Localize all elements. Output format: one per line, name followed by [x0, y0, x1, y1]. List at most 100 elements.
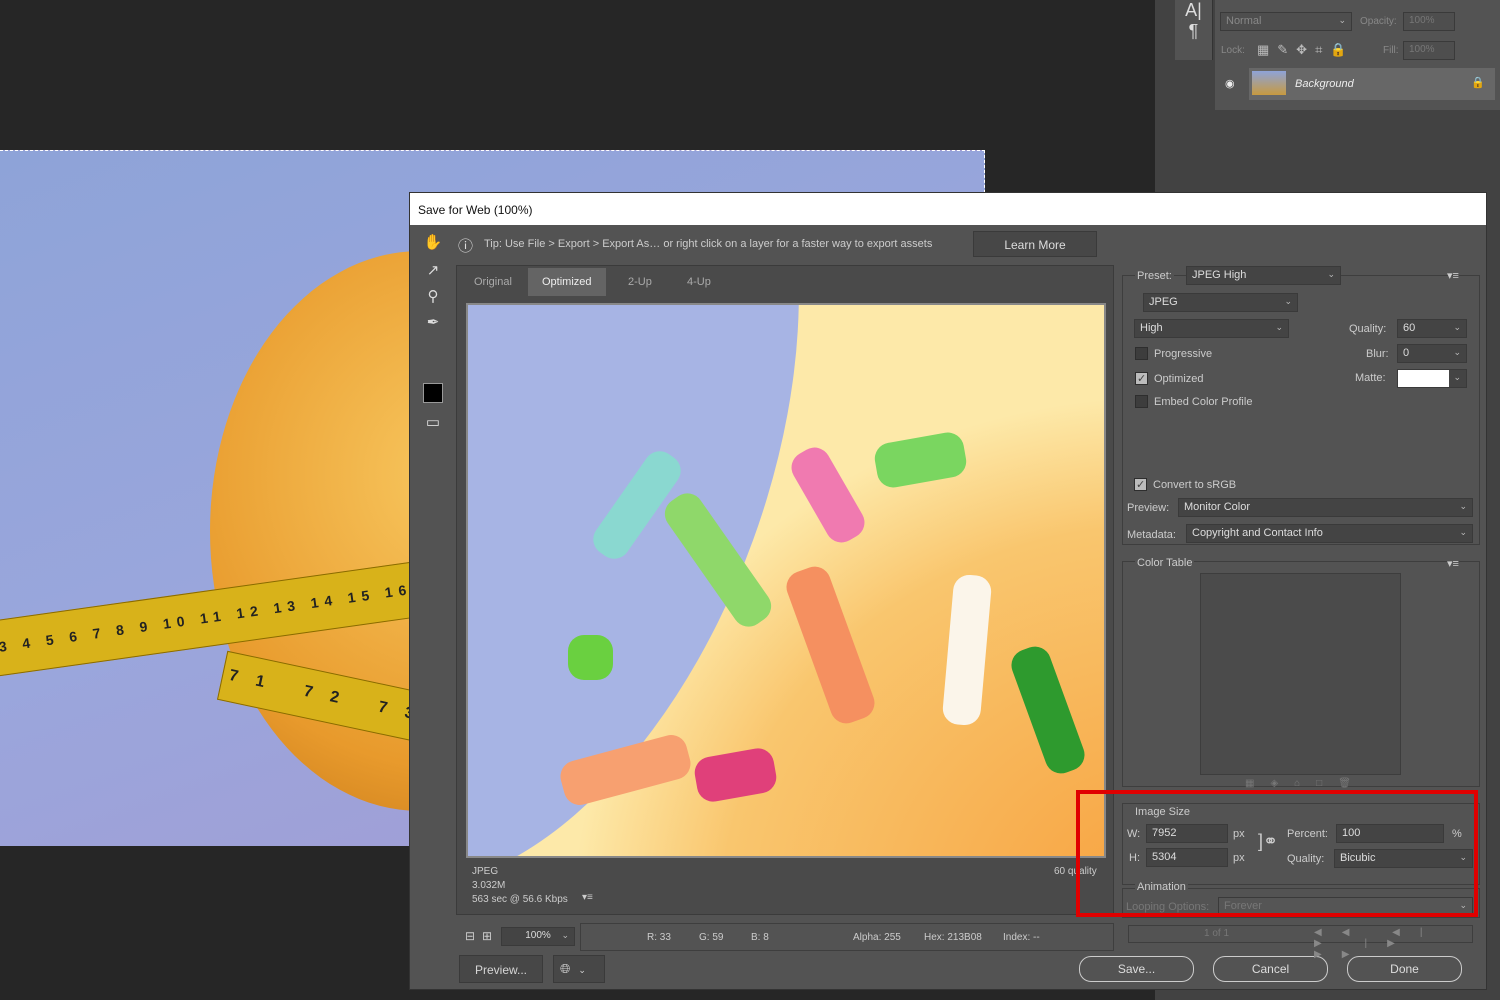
readout-b: B: 8 — [751, 932, 769, 943]
quality-input[interactable]: 60 ⌄ — [1397, 319, 1467, 338]
save-button[interactable]: Save... — [1079, 956, 1194, 982]
preview-color-value: Monitor Color — [1184, 501, 1251, 513]
fill-label: Fill: — [1383, 45, 1399, 56]
dialog-toolbar: ✋ ↗ ⚲ ✒ ▭ — [410, 225, 456, 990]
matte-swatch — [1398, 370, 1449, 387]
sprinkle — [781, 562, 880, 728]
progressive-checkbox[interactable] — [1135, 347, 1148, 360]
color-readout: R: 33 G: 59 B: 8 Alpha: 255 Hex: 213B08 … — [580, 923, 1114, 951]
preset-label: Preset: — [1135, 270, 1174, 282]
opacity-label: Opacity: — [1360, 16, 1397, 27]
playback-buttons[interactable]: ◀◀ ◀| ▶ |▶ ▶▶ — [1314, 927, 1472, 960]
metadata-value: Copyright and Contact Info — [1192, 527, 1323, 539]
readout-g: G: 59 — [699, 932, 724, 943]
sprinkle — [1006, 642, 1090, 778]
quality-value: 60 — [1403, 322, 1416, 334]
zoom-level-value: 100% — [525, 930, 551, 941]
fill-input[interactable]: 100% — [1403, 41, 1455, 60]
preview-background — [468, 305, 907, 856]
color-table-menu-icon[interactable]: ▾≡ — [1447, 557, 1459, 570]
color-table-actions[interactable]: ▦◈⌂□🗑 — [1245, 778, 1367, 789]
optimized-checkbox[interactable] — [1135, 372, 1148, 385]
learn-more-button[interactable]: Learn More — [973, 231, 1097, 257]
sprinkle — [785, 441, 871, 549]
preset-select[interactable]: JPEG High ⌄ — [1186, 266, 1341, 285]
optimized-label: Optimized — [1154, 373, 1204, 385]
preview-size: 3.032M — [472, 880, 506, 891]
zoom-level-select[interactable]: 100% ⌄ — [501, 927, 575, 946]
convert-srgb-checkbox[interactable] — [1134, 478, 1147, 491]
preview-button[interactable]: Preview... — [459, 955, 543, 983]
layer-row-background[interactable]: Background 🔒 — [1249, 68, 1495, 100]
blur-input[interactable]: 0 ⌄ — [1397, 344, 1467, 363]
sprinkle — [872, 430, 969, 490]
character-icon[interactable]: A| — [1175, 0, 1212, 21]
visibility-eye-icon[interactable]: ◉ — [1225, 77, 1235, 90]
embed-color-profile-checkbox[interactable] — [1135, 395, 1148, 408]
optimized-preview-image[interactable] — [466, 303, 1106, 858]
preview-label: Preview: — [1127, 502, 1170, 514]
matte-label: Matte: — [1355, 372, 1386, 384]
animation-controls: 1 of 1 ◀◀ ◀| ▶ |▶ ▶▶ — [1128, 925, 1473, 960]
color-table-grid[interactable] — [1200, 573, 1401, 775]
zoom-out-button[interactable]: ⊟ — [465, 929, 475, 943]
browser-icon: 🌐︎ — [560, 961, 571, 976]
format-value: JPEG — [1149, 296, 1178, 308]
metadata-label: Metadata: — [1127, 529, 1176, 541]
compression-select[interactable]: High ⌄ — [1134, 319, 1289, 338]
layers-panel: Normal ⌄ Opacity: 100% Lock: ▦✎✥⌗🔒 Fill: … — [1215, 0, 1500, 110]
opacity-input[interactable]: 100% — [1403, 12, 1455, 31]
readout-index: Index: -- — [1003, 932, 1040, 943]
preset-value: JPEG High — [1192, 269, 1247, 281]
slice-select-tool-icon[interactable]: ↗ — [420, 261, 446, 283]
sprinkle — [568, 635, 613, 680]
save-for-web-dialog: Save for Web (100%) ✋ ↗ ⚲ ✒ ▭ ⓘ Tip: Use… — [409, 192, 1487, 990]
quality-label: Quality: — [1349, 323, 1387, 335]
lock-icon: 🔒 — [1471, 77, 1485, 89]
matte-select[interactable]: ⌄ — [1397, 369, 1467, 388]
color-table-label: Color Table — [1135, 557, 1195, 569]
layer-name: Background — [1295, 78, 1354, 90]
readout-alpha: Alpha: 255 — [853, 932, 901, 943]
preview-time: 563 sec @ 56.6 Kbps — [472, 894, 568, 905]
embed-color-profile-label: Embed Color Profile — [1154, 396, 1253, 408]
blend-mode-value: Normal — [1226, 15, 1262, 27]
dialog-title: Save for Web (100%) — [410, 193, 1486, 225]
tab-2-up[interactable]: 2-Up — [614, 268, 666, 296]
chevron-down-icon: ⌄ — [578, 965, 586, 975]
tab-optimized[interactable]: Optimized — [528, 268, 606, 296]
preview-format: JPEG — [472, 866, 499, 877]
sprinkle — [941, 573, 993, 727]
info-icon: ⓘ — [458, 238, 474, 255]
lock-label: Lock: — [1221, 45, 1245, 56]
eyedropper-color-swatch[interactable] — [423, 383, 443, 403]
zoom-tool-icon[interactable]: ⚲ — [420, 287, 446, 309]
preview-menu-icon[interactable]: ▾≡ — [582, 892, 593, 903]
frame-counter: 1 of 1 — [1204, 928, 1230, 939]
layer-thumbnail — [1252, 71, 1286, 95]
image-size-highlight — [1076, 790, 1478, 917]
progressive-label: Progressive — [1154, 348, 1213, 360]
eyedropper-tool-icon[interactable]: ✒ — [420, 313, 446, 335]
metadata-select[interactable]: Copyright and Contact Info ⌄ — [1186, 524, 1473, 543]
blur-value: 0 — [1403, 347, 1410, 359]
readout-r: R: 33 — [647, 932, 671, 943]
browser-preview-button[interactable]: 🌐︎ ⌄ — [553, 955, 605, 983]
tip-text: Tip: Use File > Export > Export As… or r… — [484, 238, 933, 250]
character-tools: A| ¶ — [1175, 0, 1213, 60]
tab-4-up[interactable]: 4-Up — [673, 268, 725, 296]
zoom-in-button[interactable]: ⊞ — [482, 929, 492, 943]
settings-menu-icon[interactable]: ▾≡ — [1447, 269, 1459, 282]
sprinkle — [692, 745, 779, 805]
readout-hex: Hex: 213B08 — [924, 932, 982, 943]
cancel-button[interactable]: Cancel — [1213, 956, 1328, 982]
toggle-slices-icon[interactable]: ▭ — [420, 413, 446, 435]
preview-color-select[interactable]: Monitor Color ⌄ — [1178, 498, 1473, 517]
lock-icons[interactable]: ▦✎✥⌗🔒 — [1257, 42, 1355, 58]
compression-value: High — [1140, 322, 1163, 334]
blend-mode-select[interactable]: Normal ⌄ — [1220, 12, 1352, 31]
tab-original[interactable]: Original — [460, 268, 526, 296]
paragraph-icon[interactable]: ¶ — [1175, 21, 1212, 42]
hand-tool-icon[interactable]: ✋ — [420, 233, 446, 255]
format-select[interactable]: JPEG ⌄ — [1143, 293, 1298, 312]
